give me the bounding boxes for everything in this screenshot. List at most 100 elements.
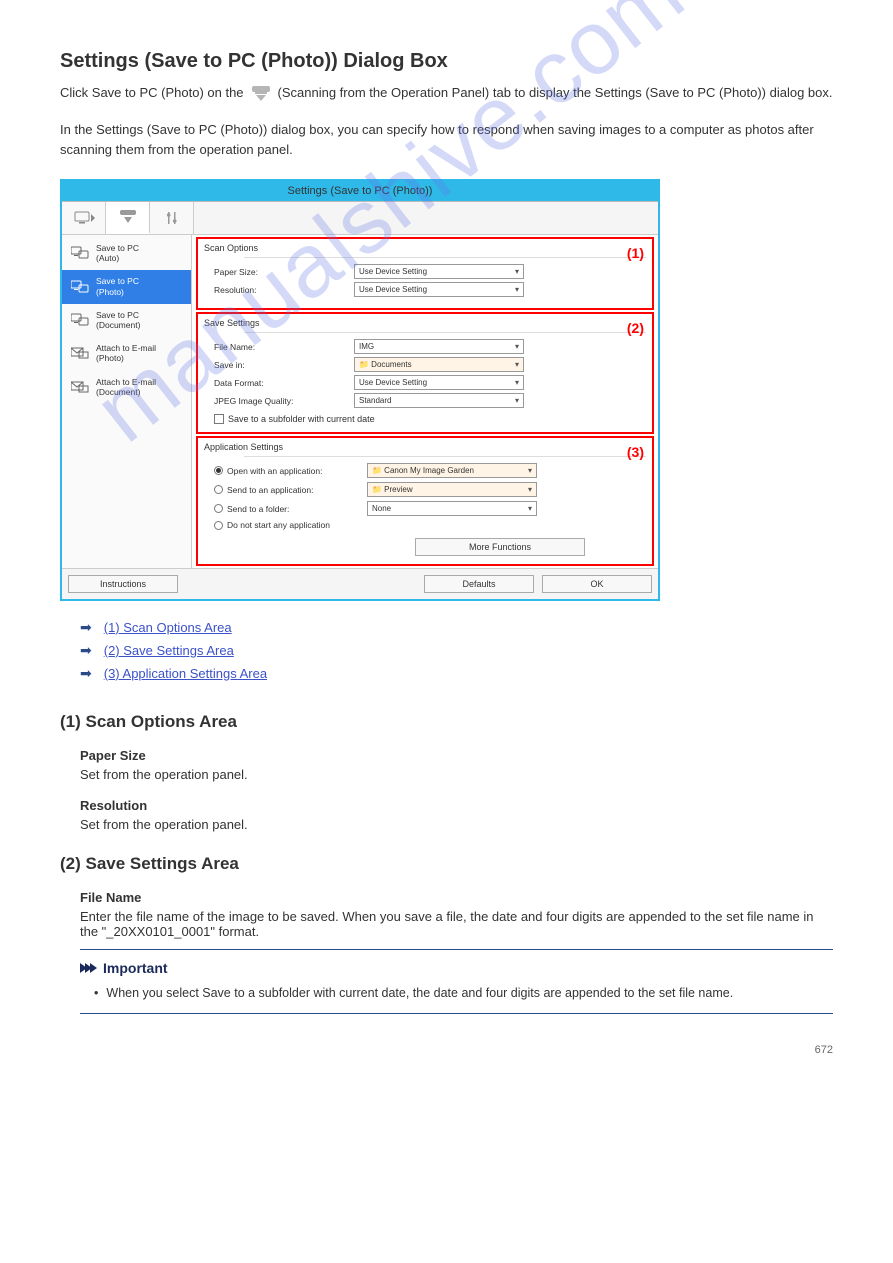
chevron-down-icon: ▾: [528, 504, 532, 513]
field-label: Paper Size:: [214, 267, 354, 277]
dropdown[interactable]: IMG▾: [354, 339, 524, 354]
chevron-down-icon: ▾: [528, 466, 532, 475]
more-functions-button[interactable]: More Functions: [415, 538, 585, 556]
field-name: Paper Size: [80, 748, 833, 763]
dialog-window: Settings (Save to PC (Photo)) Save to PC…: [60, 179, 660, 601]
section-marker: (1): [627, 245, 644, 261]
form-row: JPEG Image Quality:Standard▾: [214, 393, 646, 408]
arrow-right-icon: ➡: [80, 665, 92, 682]
sidebar-item-label: Save to PC(Document): [96, 310, 140, 330]
sidebar-item-label: Attach to E-mail(Document): [96, 377, 156, 397]
field-label: JPEG Image Quality:: [214, 396, 354, 406]
dropdown[interactable]: None▾: [367, 501, 537, 516]
group-title: Application Settings: [204, 442, 646, 452]
chevron-down-icon: ▾: [528, 485, 532, 494]
radio-label: Send to an application:: [227, 485, 363, 495]
intro-paragraph: In the Settings (Save to PC (Photo)) dia…: [60, 120, 833, 159]
radio-row[interactable]: Open with an application:📁 Canon My Imag…: [214, 463, 646, 478]
toc-link[interactable]: (3) Application Settings Area: [104, 666, 267, 681]
radio[interactable]: [214, 504, 223, 513]
chevron-down-icon: ▾: [515, 267, 519, 276]
monitor-icon: [70, 313, 90, 327]
settings-section: (1)Scan Options Paper Size:Use Device Set…: [196, 237, 654, 310]
section-marker: (3): [627, 444, 644, 460]
toc-link[interactable]: (2) Save Settings Area: [104, 643, 234, 658]
arrow-right-icon: ➡: [80, 619, 92, 636]
field-description: Set from the operation panel.: [80, 817, 833, 832]
tab-scanner-icon[interactable]: [106, 202, 150, 234]
checkbox[interactable]: [214, 414, 224, 424]
field-description: Set from the operation panel.: [80, 767, 833, 782]
sidebar-item[interactable]: Save to PC(Photo): [62, 270, 191, 303]
intro-line: Click Save to PC (Photo) on the (Scannin…: [60, 85, 833, 106]
chevron-down-icon: ▾: [515, 285, 519, 294]
important-label: Important: [103, 960, 168, 976]
folder-select[interactable]: 📁 Documents▾: [354, 357, 524, 372]
instructions-button[interactable]: Instructions: [68, 575, 178, 593]
dialog-button-bar: Instructions Defaults OK: [62, 568, 658, 599]
dropdown[interactable]: Use Device Setting▾: [354, 264, 524, 279]
toc-link[interactable]: (1) Scan Options Area: [104, 620, 232, 635]
content-pane: (1)Scan OptionsPaper Size:Use Device Set…: [192, 235, 658, 568]
checkbox-row[interactable]: Save to a subfolder with current date: [214, 414, 646, 424]
radio-label: Send to a folder:: [227, 504, 363, 514]
form-row: File Name:IMG▾: [214, 339, 646, 354]
chevron-down-icon: ▾: [515, 378, 519, 387]
form-row: Save in:📁 Documents▾: [214, 357, 646, 372]
intro-prefix: Click Save to PC (Photo) on the: [60, 85, 244, 100]
radio-row[interactable]: Send to an application: 📁 Preview▾: [214, 482, 646, 497]
mail-icon: [70, 380, 90, 394]
field-label: Resolution:: [214, 285, 354, 295]
dialog-titlebar: Settings (Save to PC (Photo)): [62, 181, 658, 202]
toc-link-row: ➡ (1) Scan Options Area: [80, 619, 833, 636]
important-bullet-text: When you select Save to a subfolder with…: [106, 984, 733, 1003]
section-heading-save-settings: (2) Save Settings Area: [60, 854, 833, 874]
bullet-dot: •: [94, 984, 98, 1003]
group-title: Scan Options: [204, 243, 646, 253]
tab-computer-icon[interactable]: [62, 202, 106, 234]
field-description: Enter the file name of the image to be s…: [80, 909, 833, 939]
sidebar-item-label: Attach to E-mail(Photo): [96, 343, 156, 363]
tab-tools-icon[interactable]: [150, 202, 194, 234]
dropdown[interactable]: Use Device Setting▾: [354, 375, 524, 390]
dropdown[interactable]: Standard▾: [354, 393, 524, 408]
radio[interactable]: [214, 521, 223, 530]
radio[interactable]: [214, 485, 223, 494]
page-title: Settings (Save to PC (Photo)) Dialog Box: [60, 50, 833, 73]
sidebar-item[interactable]: Attach to E-mail(Photo): [62, 337, 191, 370]
mail-icon: [70, 346, 90, 360]
important-arrows-icon: [80, 963, 95, 973]
page-number: 672: [60, 1044, 833, 1056]
field-name: Resolution: [80, 798, 833, 813]
scanner-down-icon: [250, 85, 272, 106]
dropdown[interactable]: 📁 Canon My Image Garden▾: [367, 463, 537, 478]
sidebar-item-label: Save to PC(Auto): [96, 243, 139, 263]
monitor-icon: [70, 280, 90, 294]
radio-row[interactable]: Send to a folder: None▾: [214, 501, 646, 516]
field-label: File Name:: [214, 342, 354, 352]
ok-button[interactable]: OK: [542, 575, 652, 593]
arrow-right-icon: ➡: [80, 642, 92, 659]
chevron-down-icon: ▾: [515, 396, 519, 405]
sidebar-item[interactable]: Save to PC(Document): [62, 304, 191, 337]
checkbox-label: Save to a subfolder with current date: [228, 414, 375, 424]
dropdown[interactable]: Use Device Setting▾: [354, 282, 524, 297]
monitor-icon: [70, 246, 90, 260]
settings-section: (2)Save SettingsFile Name:IMG▾Save in:📁 …: [196, 312, 654, 434]
toc-links: ➡ (1) Scan Options Area ➡ (2) Save Settings…: [80, 619, 833, 682]
field-name: File Name: [80, 890, 833, 905]
sidebar-item[interactable]: Save to PC(Auto): [62, 237, 191, 270]
section-marker: (2): [627, 320, 644, 336]
sidebar: Save to PC(Auto) Save to PC(Photo) Save to…: [62, 235, 192, 568]
radio[interactable]: [214, 466, 223, 475]
field-label: Save in:: [214, 360, 354, 370]
dropdown[interactable]: 📁 Preview▾: [367, 482, 537, 497]
sidebar-item[interactable]: Attach to E-mail(Document): [62, 371, 191, 404]
important-note: Important • When you select Save to a su…: [80, 949, 833, 1014]
group-title: Save Settings: [204, 318, 646, 328]
radio-label: Do not start any application: [227, 520, 363, 530]
sidebar-item-label: Save to PC(Photo): [96, 276, 139, 296]
defaults-button[interactable]: Defaults: [424, 575, 534, 593]
intro-suffix: (Scanning from the Operation Panel) tab …: [278, 85, 833, 100]
radio-row[interactable]: Do not start any application: [214, 520, 646, 530]
